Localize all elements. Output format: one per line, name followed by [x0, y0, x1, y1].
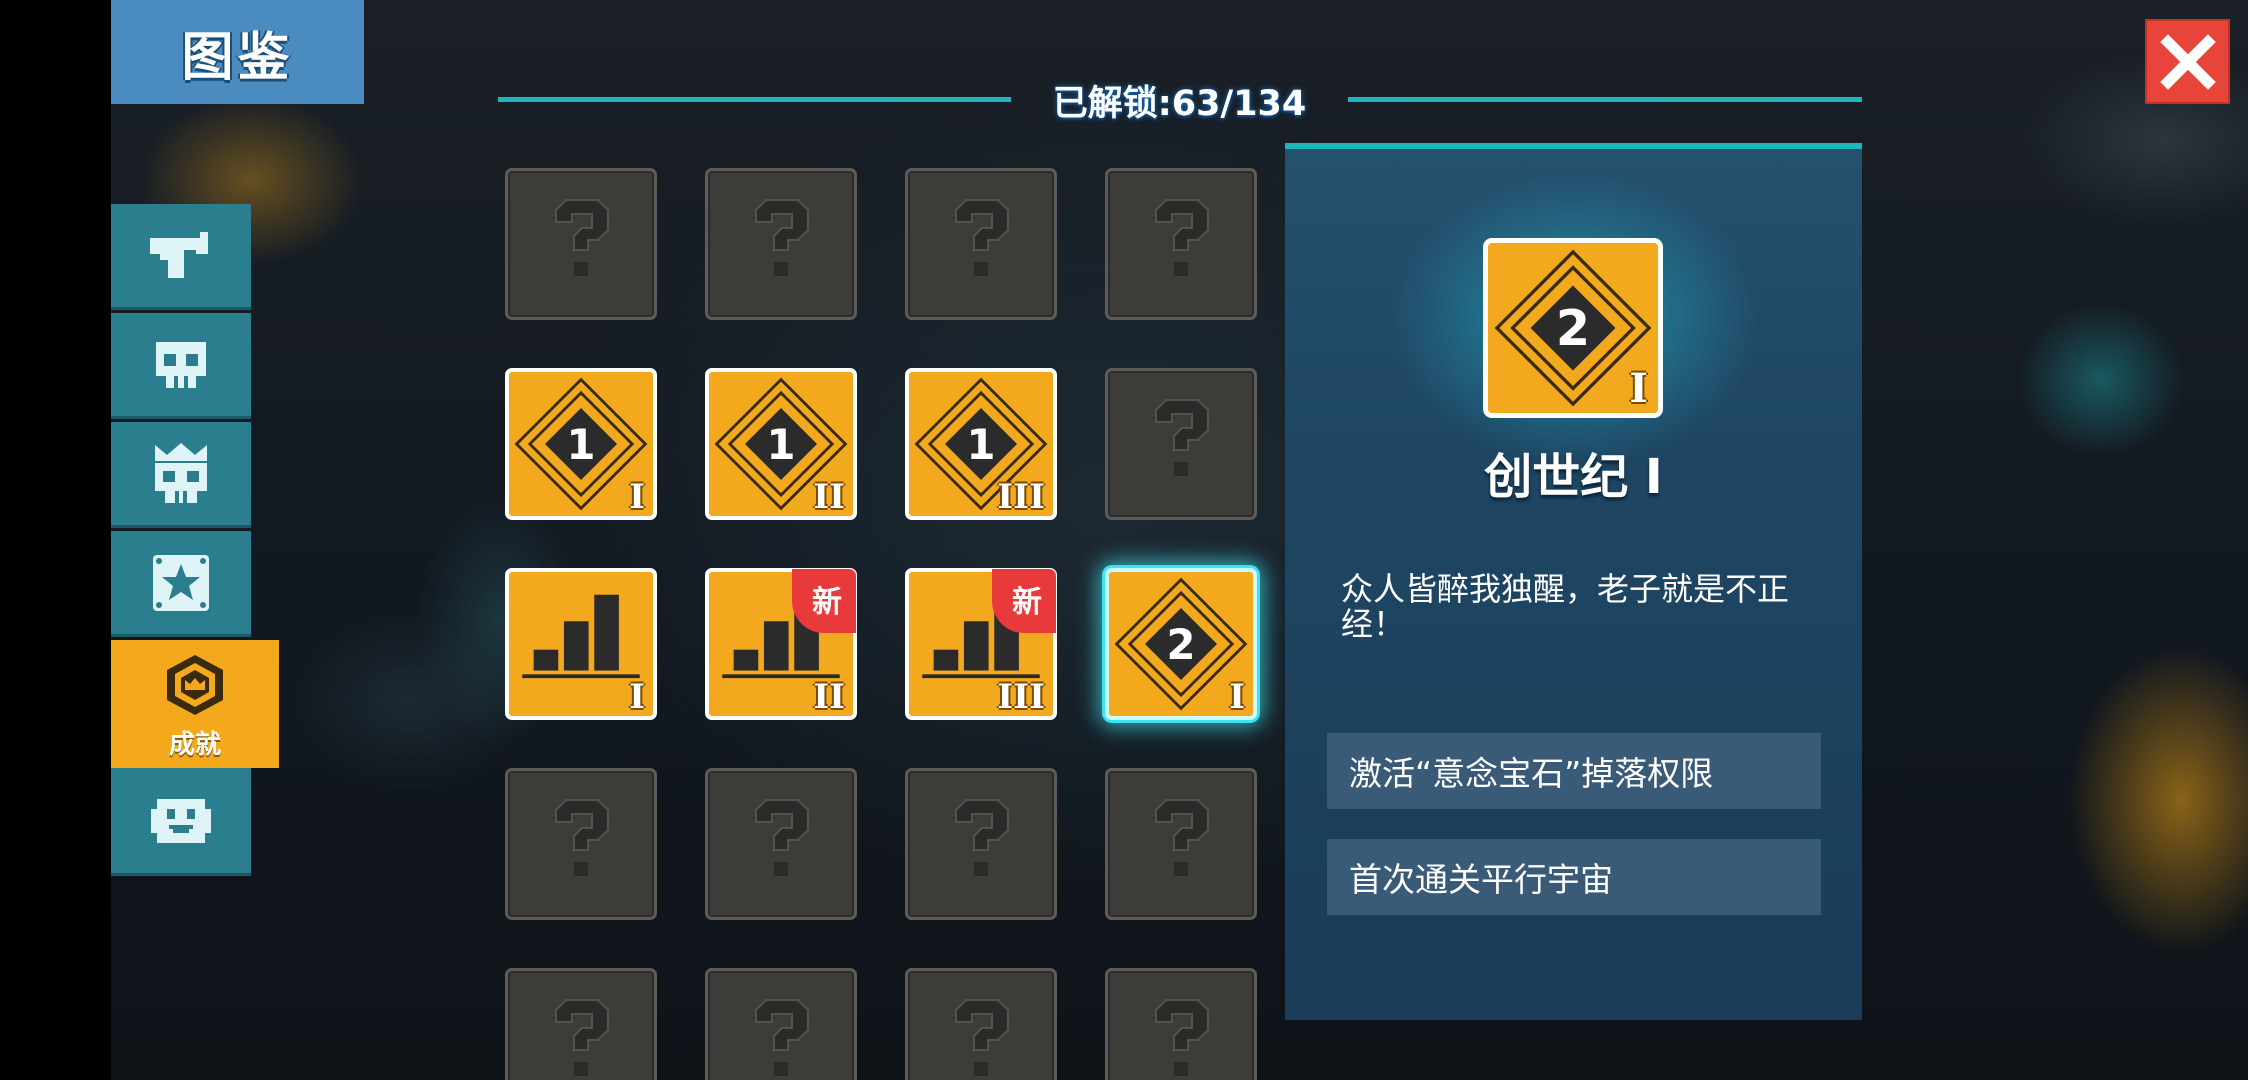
tab-enemies[interactable]	[111, 313, 251, 419]
locked-achievement-slot[interactable]	[905, 968, 1057, 1080]
achievement-slot[interactable]: I	[505, 568, 657, 720]
new-badge: 新	[792, 569, 856, 633]
codex-title: 图鉴	[111, 0, 364, 104]
achievement-description: 众人皆醉我独醒，老子就是不正经！	[1341, 570, 1790, 643]
locked-achievement-slot[interactable]	[705, 768, 857, 920]
question-mark-icon	[555, 999, 609, 1076]
crown-badge-icon	[167, 655, 223, 715]
question-mark-icon	[555, 199, 609, 276]
locked-achievement-slot[interactable]	[705, 968, 857, 1080]
achievement-slot[interactable]: 2I	[1105, 568, 1257, 720]
locked-achievement-slot[interactable]	[1105, 168, 1257, 320]
achievement-reward-1: 激活“意念宝石”掉落权限	[1327, 733, 1821, 809]
achievement-reward-2: 首次通关平行宇宙	[1327, 839, 1821, 915]
achievement-slot[interactable]: II 新	[705, 568, 857, 720]
locked-achievement-slot[interactable]	[505, 968, 657, 1080]
question-mark-icon	[1155, 999, 1209, 1076]
achievement-slot[interactable]: 1I	[505, 368, 657, 520]
locked-achievement-slot[interactable]	[705, 168, 857, 320]
crowned-skull-icon	[155, 442, 207, 503]
tier-numeral: I	[1229, 677, 1245, 717]
locked-achievement-slot[interactable]	[905, 768, 1057, 920]
locked-achievement-slot[interactable]	[505, 768, 657, 920]
locked-achievement-slot[interactable]	[1105, 768, 1257, 920]
emblem-number: 1	[567, 420, 596, 469]
question-mark-icon	[755, 199, 809, 276]
question-mark-icon	[755, 999, 809, 1076]
question-mark-icon	[1155, 799, 1209, 876]
smiley-face-icon	[151, 798, 211, 843]
locked-achievement-slot[interactable]	[1105, 968, 1257, 1080]
locked-achievement-slot[interactable]	[1105, 368, 1257, 520]
new-badge: 新	[992, 569, 1056, 633]
emblem-number: 2	[1167, 620, 1196, 669]
locked-achievement-slot[interactable]	[905, 168, 1057, 320]
question-mark-icon	[955, 199, 1009, 276]
tier-numeral: II	[813, 677, 845, 717]
tab-achievements[interactable]: 成就	[111, 640, 279, 768]
detail-panel: 2 I 创世纪 I 众人皆醉我独醒，老子就是不正经！ 激活“意念宝石”掉落权限 …	[1285, 143, 1862, 1020]
tier-numeral: I	[629, 677, 645, 717]
pistol-icon	[150, 231, 208, 278]
achievement-slot[interactable]: 1 II	[705, 368, 857, 520]
question-mark-icon	[1155, 399, 1209, 476]
close-button[interactable]	[2145, 19, 2230, 104]
detail-icon-number: 2	[1556, 299, 1590, 357]
question-mark-icon	[955, 999, 1009, 1076]
tab-bosses[interactable]	[111, 422, 251, 528]
tier-numeral: I	[629, 477, 645, 517]
emblem-number: 1	[767, 420, 796, 469]
emblem-number: 1	[967, 420, 996, 469]
tab-weapons[interactable]	[111, 204, 251, 310]
achievement-name: 创世纪 I	[1484, 449, 1663, 505]
achievement-slot[interactable]: III 新	[905, 568, 1057, 720]
tab-items[interactable]	[111, 531, 251, 637]
achievement-slot[interactable]: 1 III	[905, 368, 1057, 520]
tier-numeral: II	[813, 477, 845, 517]
tab-characters[interactable]	[111, 768, 251, 876]
header-divider-right	[1348, 97, 1862, 102]
question-mark-icon	[1155, 199, 1209, 276]
tier-numeral: III	[997, 477, 1045, 517]
skull-icon	[156, 341, 206, 388]
unlock-counter: 已解锁:63/134	[1052, 83, 1307, 124]
tab-achievements-label: 成就	[168, 730, 221, 760]
question-mark-icon	[955, 799, 1009, 876]
tier-numeral: III	[997, 677, 1045, 717]
close-icon	[2159, 33, 2216, 90]
question-mark-icon	[555, 799, 609, 876]
header-divider-left	[498, 97, 1011, 102]
question-mark-icon	[755, 799, 809, 876]
detail-achievement-icon: 2 I	[1483, 238, 1663, 418]
detail-icon-tier: I	[1629, 365, 1648, 412]
star-box-icon	[153, 554, 209, 611]
locked-achievement-slot[interactable]	[505, 168, 657, 320]
